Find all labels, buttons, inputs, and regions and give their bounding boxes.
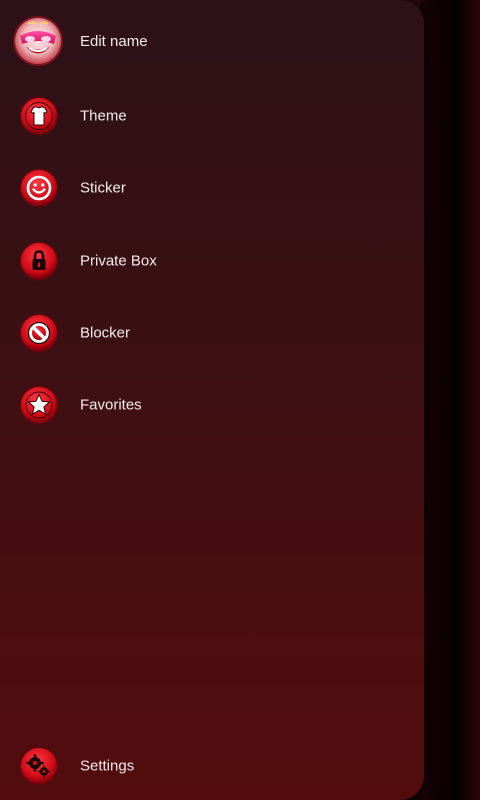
- menu-item-label: Blocker: [80, 324, 131, 342]
- block-icon: [19, 313, 59, 353]
- navigation-drawer: Edit name Theme Sticker Private Box Bloc…: [0, 0, 424, 800]
- background-panel: [420, 0, 480, 800]
- menu-item-sticker[interactable]: Sticker: [0, 158, 424, 218]
- star-icon: [19, 385, 59, 425]
- menu-item-label: Theme: [80, 107, 127, 125]
- menu-item-private-box[interactable]: Private Box: [0, 231, 424, 291]
- smiley-icon: [19, 168, 59, 208]
- menu-item-label: Settings: [80, 757, 135, 775]
- lock-icon: [19, 241, 59, 281]
- menu-item-label: Private Box: [80, 252, 157, 270]
- edit-name-link[interactable]: Edit name: [80, 33, 148, 50]
- gears-icon: [19, 746, 59, 786]
- avatar[interactable]: [11, 14, 65, 68]
- menu-item-settings[interactable]: Settings: [0, 736, 424, 796]
- tshirt-icon: [19, 96, 59, 136]
- menu-item-label: Favorites: [80, 396, 142, 414]
- masked-face-avatar-icon: [13, 16, 63, 66]
- app-screen: Edit name Theme Sticker Private Box Bloc…: [0, 0, 480, 800]
- menu-item-favorites[interactable]: Favorites: [0, 375, 424, 435]
- menu-item-blocker[interactable]: Blocker: [0, 303, 424, 363]
- menu-item-label: Sticker: [80, 179, 126, 197]
- menu-item-theme[interactable]: Theme: [0, 86, 424, 146]
